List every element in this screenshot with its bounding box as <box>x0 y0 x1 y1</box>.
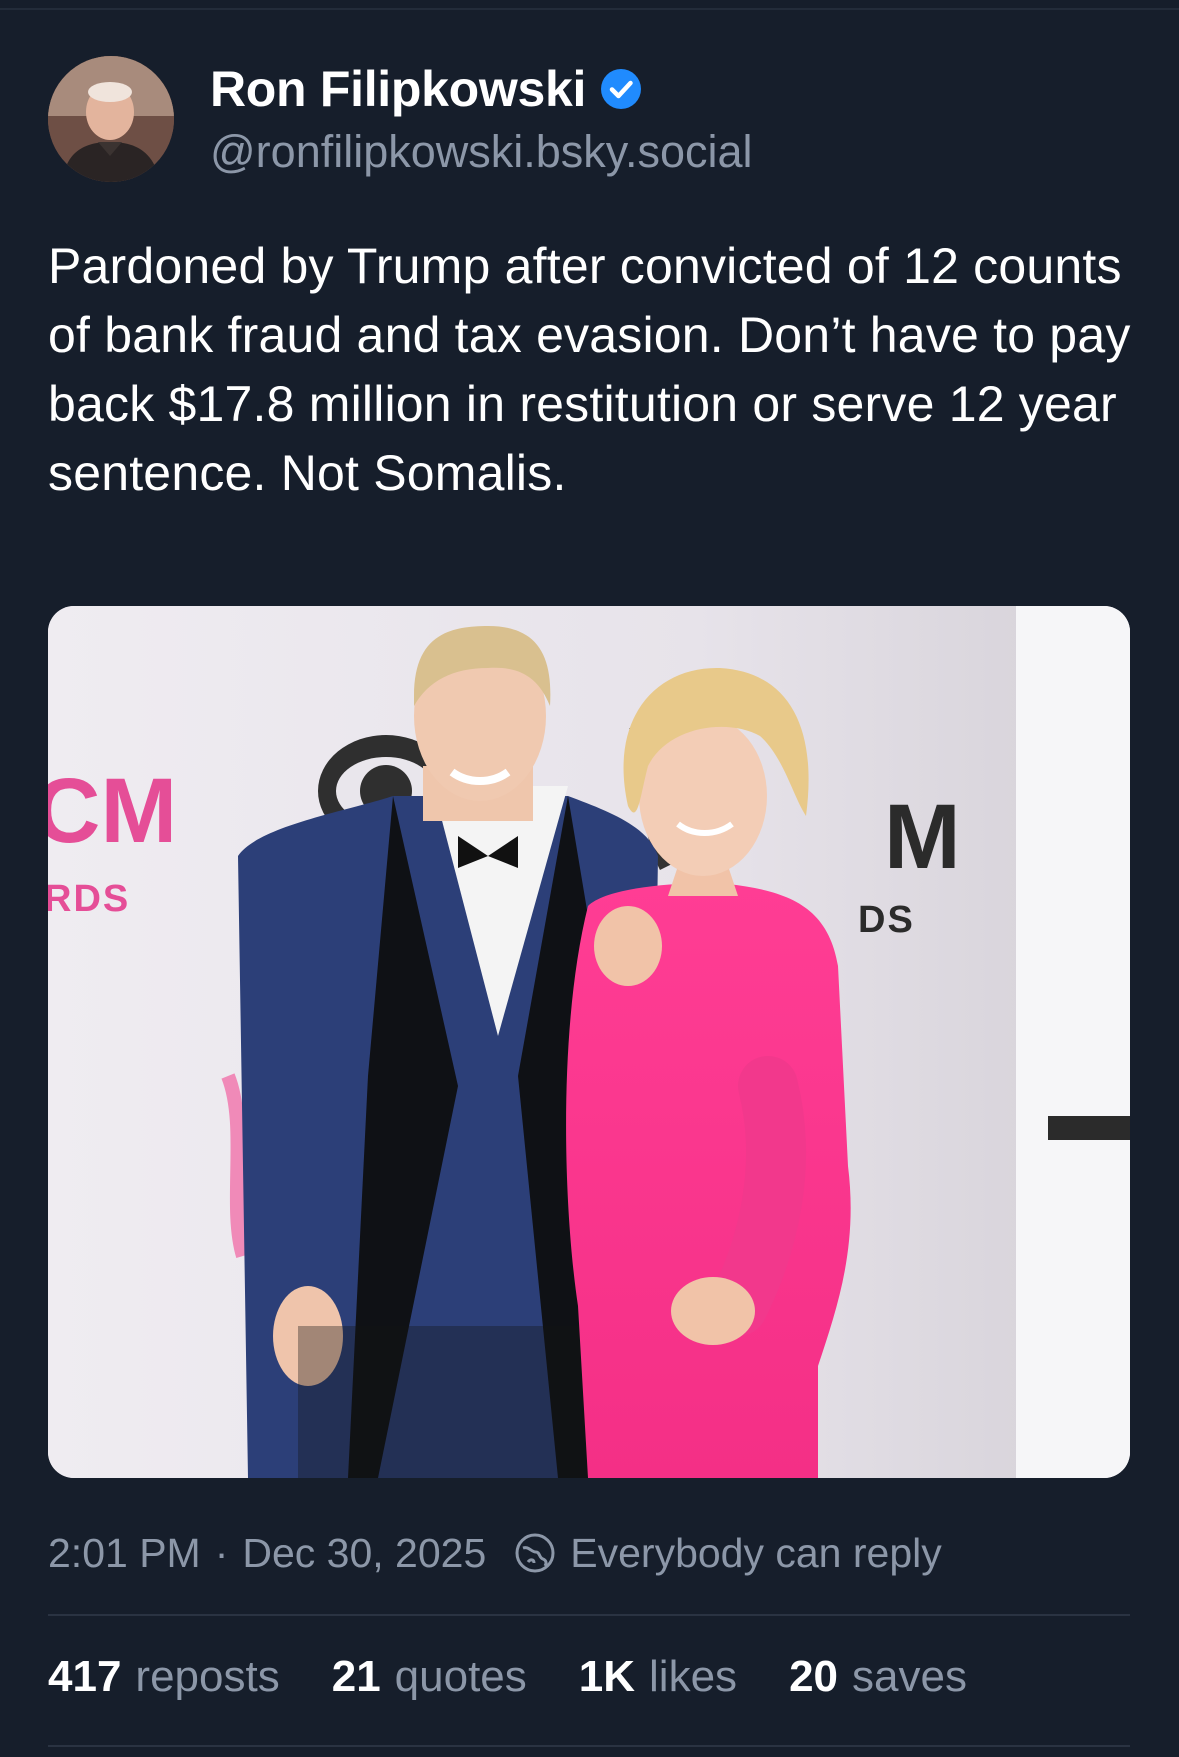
reposts-count: 417 <box>48 1652 122 1701</box>
post-image[interactable]: CM RDS M DS <box>48 606 1130 1478</box>
bottom-divider <box>48 1745 1130 1747</box>
quotes-count: 21 <box>331 1652 381 1701</box>
reposts-label: reposts <box>135 1652 280 1701</box>
author-display-name[interactable]: Ron Filipkowski <box>210 60 586 118</box>
meta-separator: · <box>214 1529 229 1576</box>
post-meta: 2:01 PM · Dec 30, 2025 Everybody can rep… <box>48 1528 942 1578</box>
verified-badge-icon[interactable] <box>600 68 642 110</box>
backdrop-logo-left-sub: RDS <box>48 878 130 920</box>
backdrop-logo-left: CM <box>48 760 177 862</box>
post-header: Ron Filipkowski @ronfilipkowski.bsky.soc… <box>48 56 753 182</box>
quotes-label: quotes <box>394 1652 527 1701</box>
globe-icon <box>514 1532 556 1574</box>
post-time[interactable]: 2:01 PM <box>48 1530 201 1577</box>
saves-count: 20 <box>789 1652 839 1701</box>
likes-stat[interactable]: 1K likes <box>579 1652 737 1702</box>
engagement-stats: 417 reposts 21 quotes 1K likes 20 saves <box>48 1652 1019 1702</box>
reposts-stat[interactable]: 417 reposts <box>48 1652 280 1702</box>
post-date[interactable]: Dec 30, 2025 <box>242 1530 486 1577</box>
avatar[interactable] <box>48 56 174 182</box>
name-row: Ron Filipkowski <box>210 60 753 118</box>
post-photo: CM RDS M DS <box>48 606 1130 1478</box>
post-detail: Ron Filipkowski @ronfilipkowski.bsky.soc… <box>0 0 1179 1757</box>
likes-label: likes <box>649 1652 738 1701</box>
author-handle[interactable]: @ronfilipkowski.bsky.social <box>210 126 753 178</box>
saves-stat[interactable]: 20 saves <box>789 1652 967 1702</box>
avatar-photo <box>48 56 174 182</box>
quotes-stat[interactable]: 21 quotes <box>332 1652 527 1702</box>
likes-count: 1K <box>578 1652 636 1701</box>
author-names: Ron Filipkowski @ronfilipkowski.bsky.soc… <box>210 60 753 178</box>
saves-label: saves <box>852 1652 967 1701</box>
backdrop-logo-right-sub: DS <box>858 899 915 941</box>
reply-setting[interactable]: Everybody can reply <box>570 1530 941 1577</box>
stats-divider <box>48 1614 1130 1616</box>
post-text: Pardoned by Trump after convicted of 12 … <box>48 238 1131 501</box>
backdrop-logo-right: M <box>884 786 961 888</box>
